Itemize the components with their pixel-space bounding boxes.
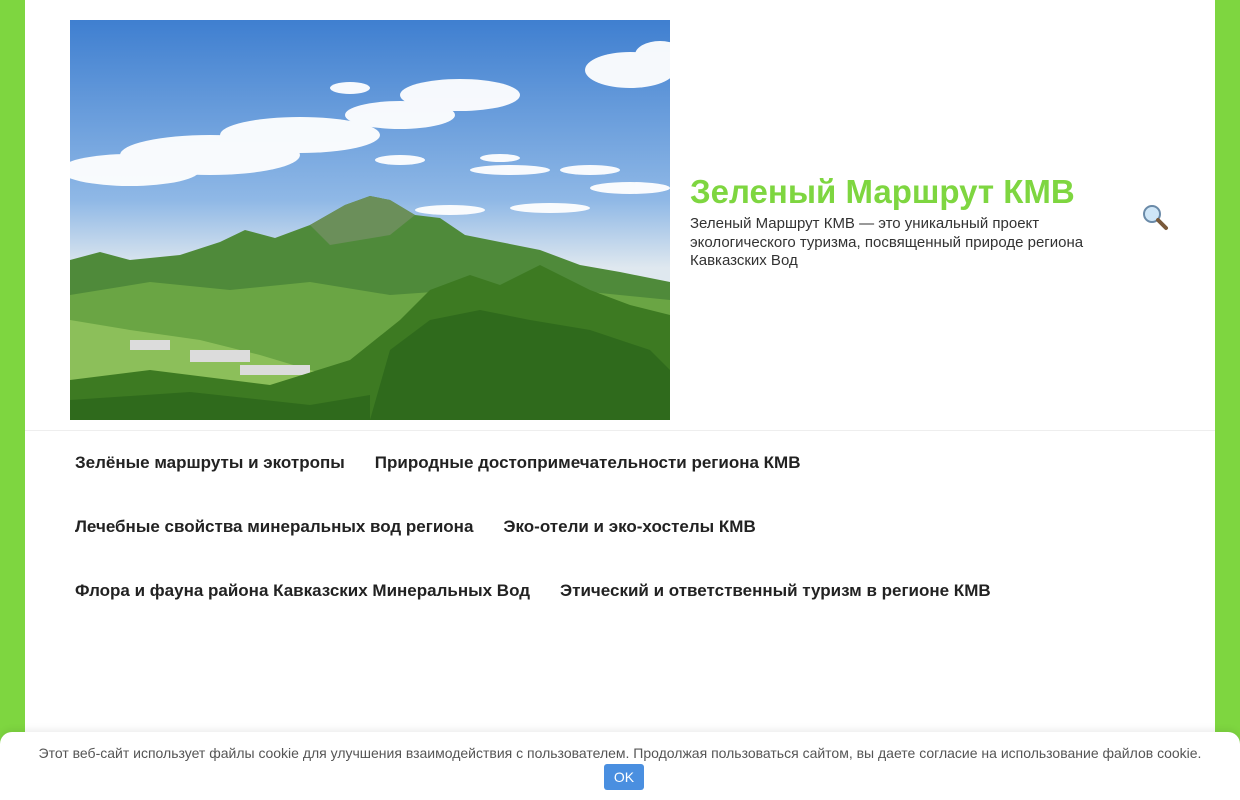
site-description: Зеленый Маршрут КМВ — это уникальный про… — [690, 215, 1084, 269]
site-header: Зеленый Маршрут КМВ Зеленый Маршрут КМВ … — [25, 0, 1215, 431]
nav-item-ethical-tourism[interactable]: Этический и ответственный туризм в регио… — [560, 581, 991, 601]
page-container: Зеленый Маршрут КМВ Зеленый Маршрут КМВ … — [25, 0, 1215, 800]
cookie-text: Этот веб-сайт использует файлы cookie дл… — [38, 745, 1202, 761]
nav-item-flora-fauna[interactable]: Флора и фауна района Кавказских Минераль… — [75, 581, 530, 601]
branding: Зеленый Маршрут КМВ Зеленый Маршрут КМВ … — [690, 172, 1135, 271]
hero-mountain-image — [70, 20, 670, 420]
nav-item-eco-hotels[interactable]: Эко-отели и эко-хостелы КМВ — [503, 517, 755, 537]
main-navigation: Зелёные маршруты и экотропы Природные до… — [75, 431, 1175, 623]
search-icon — [1143, 205, 1168, 230]
nav-item-mineral-waters[interactable]: Лечебные свойства минеральных вод регион… — [75, 517, 473, 537]
site-title[interactable]: Зеленый Маршрут КМВ — [690, 172, 1135, 212]
nav-row: Флора и фауна района Кавказских Минераль… — [75, 559, 1175, 623]
nav-item-green-routes[interactable]: Зелёные маршруты и экотропы — [75, 453, 345, 473]
nav-row: Зелёные маршруты и экотропы Природные до… — [75, 431, 1175, 495]
cookie-ok-button[interactable]: OK — [603, 764, 645, 790]
search-button[interactable] — [1138, 200, 1172, 234]
cookie-message: Этот веб-сайт использует файлы cookie дл… — [35, 742, 1205, 790]
nav-row: Лечебные свойства минеральных вод регион… — [75, 495, 1175, 559]
cookie-banner: Этот веб-сайт использует файлы cookie дл… — [0, 732, 1240, 800]
nav-item-natural-sights[interactable]: Природные достопримечательности региона … — [375, 453, 801, 473]
